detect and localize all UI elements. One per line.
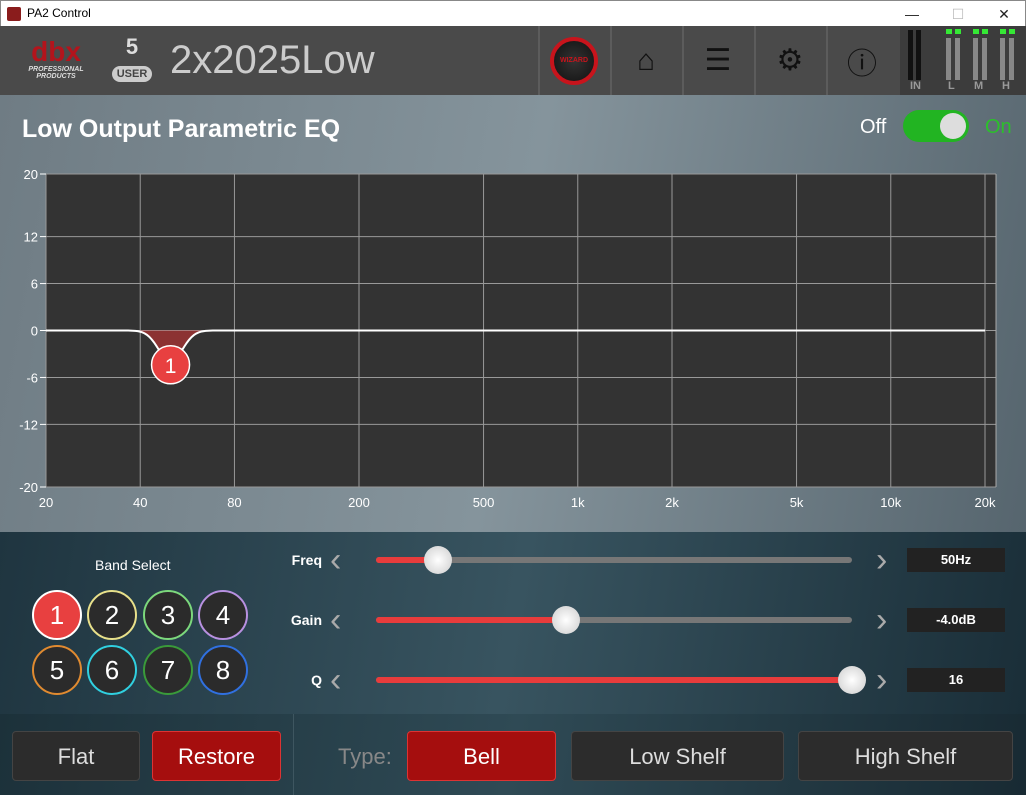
type-bell-button[interactable]: Bell	[407, 731, 556, 781]
y-tick-label: 6	[31, 277, 38, 292]
preset-name: 2x2025Low	[170, 38, 375, 82]
q-slider-thumb[interactable]	[838, 666, 866, 694]
preset-number: 5	[125, 34, 139, 59]
band-marker-label: 1	[165, 355, 177, 378]
footer-bar: Flat Restore Type: Bell Low Shelf High S…	[0, 714, 1026, 795]
y-tick-label: 12	[24, 230, 38, 245]
x-tick-label: 10k	[880, 495, 901, 510]
gain-slider[interactable]	[376, 606, 852, 634]
freq-value[interactable]: 50Hz	[907, 548, 1005, 572]
type-high-shelf-button[interactable]: High Shelf	[798, 731, 1013, 781]
q-value[interactable]: 16	[907, 668, 1005, 692]
gear-icon[interactable]: ⚙	[754, 26, 824, 95]
y-tick-label: -20	[19, 480, 38, 495]
y-tick-label: 0	[31, 324, 38, 339]
band-select-label: Band Select	[95, 557, 171, 573]
gain-decrease-icon[interactable]: ‹	[330, 603, 341, 637]
restore-button[interactable]: Restore	[152, 731, 281, 781]
preset-badge: USER	[112, 66, 152, 82]
band-button-4[interactable]: 4	[198, 590, 248, 640]
meter-label-l: L	[948, 80, 955, 92]
gain-slider-thumb[interactable]	[552, 606, 581, 634]
app-icon	[7, 7, 21, 21]
band-button-2[interactable]: 2	[87, 590, 137, 640]
y-tick-label: 20	[24, 167, 38, 182]
eq-graph[interactable]: 20 40 80 200 500 1k 2k 5k 10k 20k 20 12 6 0 -6 -12 -20 1	[0, 95, 1026, 532]
divider	[293, 714, 294, 795]
title-bar: PA2 Control — ☐ ✕	[0, 0, 1026, 26]
x-tick-label: 500	[473, 495, 495, 510]
eq-panel: Low Output Parametric EQ Off On 20 40 80 20…	[0, 95, 1026, 532]
x-tick-label: 20k	[975, 495, 996, 510]
x-tick-label: 200	[348, 495, 370, 510]
type-label: Type:	[338, 744, 392, 769]
type-low-shelf-button[interactable]: Low Shelf	[571, 731, 784, 781]
meter-label-m: M	[974, 80, 984, 92]
dbx-logo: dbx PROFESSIONAL PRODUCTS	[28, 36, 84, 81]
band-controls: Band Select 1234 5678 Freq ‹ › 50Hz Gain ‹…	[0, 532, 1026, 714]
maximize-button[interactable]: ☐	[935, 1, 981, 27]
list-icon[interactable]: ☰	[682, 26, 752, 95]
freq-increase-icon[interactable]: ›	[876, 543, 887, 577]
gain-label: Gain	[290, 612, 322, 628]
x-tick-label: 2k	[665, 495, 679, 510]
q-slider[interactable]	[376, 666, 866, 694]
meter-label-in: IN	[910, 80, 921, 92]
level-meters: IN L M H	[900, 26, 1026, 95]
info-icon[interactable]: ⓘ	[826, 26, 896, 95]
y-tick-label: -6	[26, 370, 38, 385]
band-button-5[interactable]: 5	[32, 645, 82, 695]
band-button-3[interactable]: 3	[143, 590, 193, 640]
x-tick-label: 40	[133, 495, 147, 510]
q-increase-icon[interactable]: ›	[876, 663, 887, 697]
wizard-button[interactable]: WIZARD	[538, 26, 608, 95]
window-title: PA2 Control	[27, 6, 91, 20]
freq-slider[interactable]	[376, 546, 852, 574]
meter-label-h: H	[1002, 80, 1010, 92]
x-tick-label: 5k	[790, 495, 804, 510]
y-tick-label: -12	[19, 417, 38, 432]
freq-slider-thumb[interactable]	[423, 546, 452, 574]
band-button-7[interactable]: 7	[143, 645, 193, 695]
gain-value[interactable]: -4.0dB	[907, 608, 1005, 632]
home-icon[interactable]: ⌂	[610, 26, 680, 95]
gain-increase-icon[interactable]: ›	[876, 603, 887, 637]
q-label: Q	[311, 672, 322, 688]
minimize-button[interactable]: —	[889, 1, 935, 27]
freq-decrease-icon[interactable]: ‹	[330, 543, 341, 577]
band-button-8[interactable]: 8	[198, 645, 248, 695]
band-button-1[interactable]: 1	[32, 590, 82, 640]
flat-button[interactable]: Flat	[12, 731, 140, 781]
close-button[interactable]: ✕	[981, 1, 1026, 27]
x-tick-label: 1k	[571, 495, 585, 510]
band-button-6[interactable]: 6	[87, 645, 137, 695]
q-decrease-icon[interactable]: ‹	[330, 663, 341, 697]
freq-label: Freq	[291, 552, 322, 568]
x-tick-label: 20	[39, 495, 53, 510]
header: dbx PROFESSIONAL PRODUCTS 5 USER 2x2025Lo…	[0, 26, 1026, 95]
x-tick-label: 80	[227, 495, 241, 510]
